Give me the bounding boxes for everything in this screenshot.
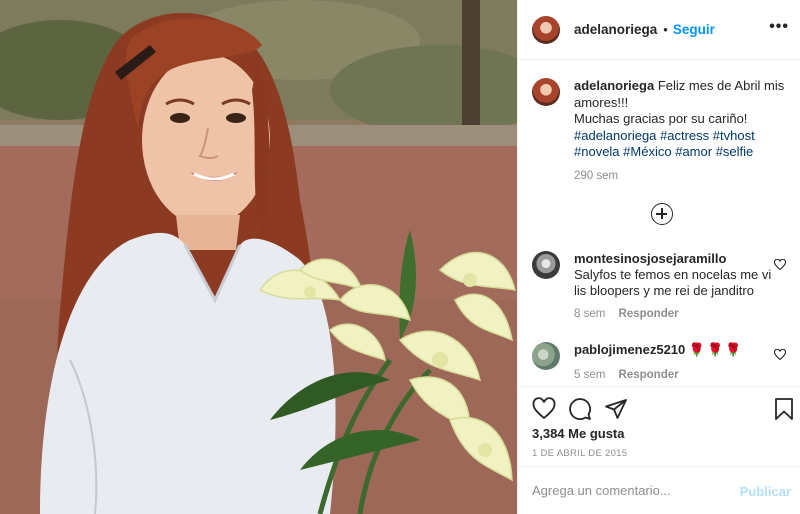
comment-timestamp: 8 sem xyxy=(574,308,606,320)
commenter-avatar[interactable] xyxy=(532,251,560,279)
hashtag-link[interactable]: #tvhost xyxy=(713,128,755,143)
caption-timestamp: 290 sem xyxy=(574,170,619,182)
more-options-icon[interactable]: ••• xyxy=(769,19,789,35)
hashtag-link[interactable]: #adelanoriega xyxy=(574,128,656,143)
author-avatar[interactable] xyxy=(532,15,560,44)
load-more-comments-icon[interactable] xyxy=(651,203,673,225)
caption-text: adelanoriega Feliz mes de Abril mis amor… xyxy=(574,78,788,161)
author-username[interactable]: adelanoriega xyxy=(574,22,657,37)
post-photo[interactable] xyxy=(0,0,517,514)
hashtag-link[interactable]: #México xyxy=(623,144,671,159)
comment-text: 🌹🌹🌹 xyxy=(688,342,744,357)
comment-like-heart-icon[interactable] xyxy=(774,349,786,361)
hashtag-link[interactable]: #amor xyxy=(675,144,712,159)
publish-button[interactable]: Publicar xyxy=(740,484,791,499)
caption-avatar[interactable] xyxy=(532,78,560,106)
share-icon[interactable] xyxy=(604,397,628,421)
comment-icon[interactable] xyxy=(568,397,592,421)
comment-text: Salyfos te femos en nocelas me vi lis bl… xyxy=(574,267,772,298)
caption-line-2: Muchas gracias por su cariño! xyxy=(574,111,748,126)
heart-icon[interactable] xyxy=(532,397,556,421)
separator-dot: • xyxy=(663,22,668,37)
instagram-post: adelanoriega • Seguir ••• adelanoriega F… xyxy=(0,0,800,514)
hashtag-link[interactable]: #selfie xyxy=(716,144,754,159)
likes-count[interactable]: 3,384 Me gusta xyxy=(532,426,625,441)
post-date: 1 DE ABRIL DE 2015 xyxy=(532,448,628,459)
hashtag-link[interactable]: #actress xyxy=(660,128,709,143)
comment-meta: 8 sem Responder xyxy=(574,308,679,320)
comment-composer: Publicar xyxy=(518,466,800,514)
post-caption: adelanoriega Feliz mes de Abril mis amor… xyxy=(532,78,792,182)
reply-button[interactable]: Responder xyxy=(619,308,679,320)
comment-input[interactable] xyxy=(532,483,732,498)
comment-body: montesinosjosejaramillo Salyfos te femos… xyxy=(574,251,774,299)
hashtag-link[interactable]: #novela xyxy=(574,144,620,159)
caption-username[interactable]: adelanoriega xyxy=(574,78,654,93)
comment-timestamp: 5 sem xyxy=(574,369,606,381)
post-side-panel: adelanoriega • Seguir ••• adelanoriega F… xyxy=(517,0,800,514)
commenter-username[interactable]: pablojimenez5210 xyxy=(574,342,685,357)
commenter-username[interactable]: montesinosjosejaramillo xyxy=(574,251,774,267)
post-actions: 3,384 Me gusta 1 DE ABRIL DE 2015 xyxy=(518,386,800,466)
bookmark-icon[interactable] xyxy=(772,397,796,421)
comment-meta: 5 sem Responder xyxy=(574,369,679,381)
post-header: adelanoriega • Seguir ••• xyxy=(518,0,800,60)
comment-item: montesinosjosejaramillo Salyfos te femos… xyxy=(532,251,794,320)
comment-body: pablojimenez5210 🌹🌹🌹 xyxy=(574,342,779,370)
reply-button[interactable]: Responder xyxy=(619,369,679,381)
follow-button[interactable]: Seguir xyxy=(673,22,715,37)
comment-item: pablojimenez5210 🌹🌹🌹 5 sem Responder xyxy=(532,342,794,381)
post-photo-illustration xyxy=(0,0,517,514)
comment-like-heart-icon[interactable] xyxy=(774,259,786,271)
commenter-avatar[interactable] xyxy=(532,342,560,370)
